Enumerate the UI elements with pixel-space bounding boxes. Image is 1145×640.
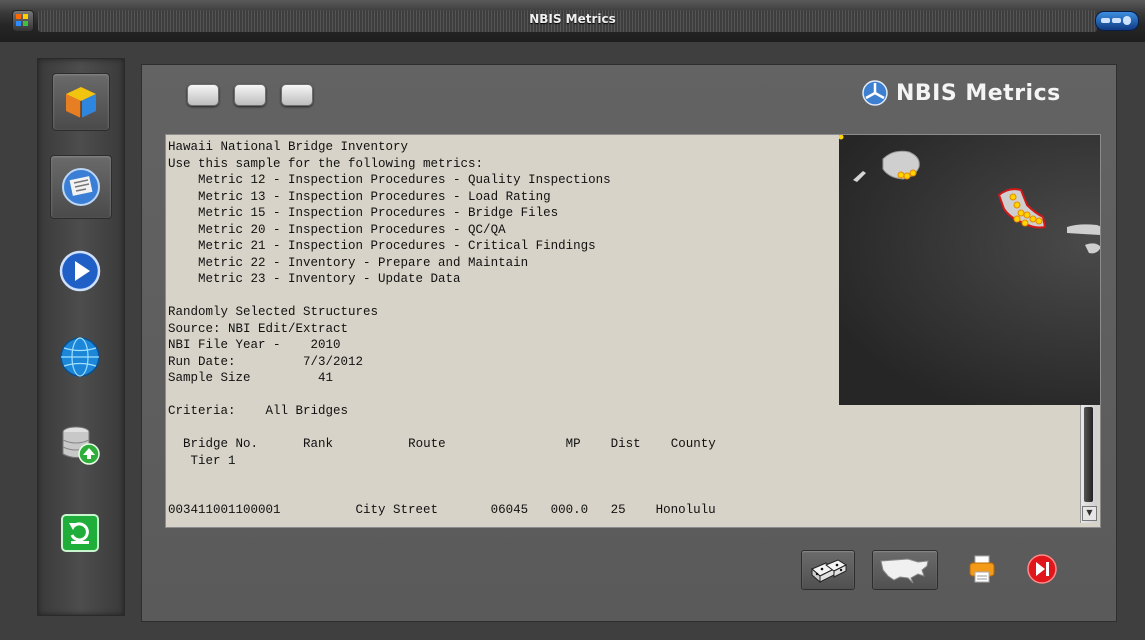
file-year-label: NBI File Year - xyxy=(168,338,281,352)
island-niihau xyxy=(853,171,866,182)
checklist-icon xyxy=(62,168,100,206)
run-date-value: 7/3/2012 xyxy=(303,354,364,369)
metric-item: Metric 21 - Inspection Procedures - Crit… xyxy=(198,239,596,253)
logo-emblem-icon xyxy=(862,80,888,106)
window-controls[interactable] xyxy=(1095,11,1139,31)
play-icon xyxy=(59,250,101,292)
toolbar-button-1[interactable] xyxy=(187,84,219,106)
printer-icon xyxy=(969,555,995,583)
report-title: Hawaii National Bridge Inventory xyxy=(168,140,409,154)
window-title: NBIS Metrics xyxy=(529,12,616,26)
criteria-label: Criteria: xyxy=(168,404,236,418)
sample-size-label: Sample Size xyxy=(168,371,251,385)
database-icon xyxy=(62,426,100,465)
column-header-county: County xyxy=(670,437,716,451)
usa-map-button[interactable] xyxy=(872,550,938,590)
run-date-label: Run Date: xyxy=(168,354,236,369)
toolbar-button-2[interactable] xyxy=(234,84,266,106)
section-title: Randomly Selected Structures xyxy=(168,305,379,319)
refresh-icon xyxy=(61,514,99,552)
minimize-icon[interactable] xyxy=(1101,18,1110,23)
exit-button[interactable] xyxy=(1022,550,1062,588)
cell-route-no: 06045 xyxy=(490,503,529,517)
cell-mp: 000.0 xyxy=(550,503,589,517)
hawaii-map[interactable] xyxy=(838,135,1100,405)
random-sample-button[interactable] xyxy=(801,550,855,590)
usa-map-icon xyxy=(880,558,929,584)
metric-item: Metric 13 - Inspection Procedures - Load… xyxy=(198,189,551,204)
sidebar-item-refresh[interactable] xyxy=(52,505,108,561)
cell-bridge-no: 003411001100001 xyxy=(168,503,281,517)
metric-item: Metric 15 - Inspection Procedures - Brid… xyxy=(198,206,559,220)
cell-route: City Street xyxy=(355,503,439,517)
globe-icon xyxy=(60,337,100,377)
dice-icon xyxy=(811,559,848,583)
metric-item: Metric 23 - Inventory - Update Data xyxy=(198,272,461,286)
island-lanai xyxy=(1085,243,1100,254)
column-header-route: Route xyxy=(408,437,446,451)
criteria-value: All Bridges xyxy=(265,404,349,418)
column-header-dist: Dist xyxy=(610,437,641,451)
cell-dist: 25 xyxy=(610,503,626,517)
title-bar[interactable]: NBIS Metrics xyxy=(0,0,1145,42)
metric-item: Metric 22 - Inventory - Prepare and Main… xyxy=(198,255,529,270)
sidebar-item-globe[interactable] xyxy=(52,329,108,385)
source-value: NBI Edit/Extract xyxy=(228,321,349,336)
logo-text: NBIS Metrics xyxy=(896,80,1061,106)
sidebar-item-database[interactable] xyxy=(52,417,108,473)
exit-icon xyxy=(1027,554,1057,584)
hawaii-islands-map xyxy=(838,135,1100,254)
column-header-rank: Rank xyxy=(303,437,334,451)
file-year-value: 2010 xyxy=(310,338,341,352)
column-header-mp: MP xyxy=(565,437,581,451)
report-view[interactable]: Hawaii National Bridge Inventory Use thi… xyxy=(165,134,1101,528)
sidebar xyxy=(37,58,125,616)
cell-county: Honolulu xyxy=(655,503,716,517)
map-marker xyxy=(838,135,844,140)
report-scrollbar[interactable]: ▼ xyxy=(1080,405,1097,523)
close-icon[interactable] xyxy=(1123,16,1131,25)
sidebar-item-play[interactable] xyxy=(52,243,108,299)
print-button[interactable] xyxy=(962,550,1002,588)
table-row: 003411001100001 City Street 06045 000.0 … xyxy=(168,503,716,517)
source-label: Source: xyxy=(168,321,221,336)
sidebar-item-cube[interactable] xyxy=(52,73,110,131)
scroll-down-arrow[interactable]: ▼ xyxy=(1082,506,1097,521)
cube-icon xyxy=(66,87,96,118)
toolbar-button-3[interactable] xyxy=(281,84,313,106)
sidebar-item-checklist[interactable] xyxy=(50,155,112,219)
report-intro: Use this sample for the following metric… xyxy=(168,156,484,171)
scrollbar-thumb[interactable] xyxy=(1084,407,1093,502)
sample-size-value: 41 xyxy=(318,371,334,385)
metric-item: Metric 12 - Inspection Procedures - Qual… xyxy=(198,173,611,187)
tier-label: Tier 1 xyxy=(190,453,236,468)
metric-item: Metric 20 - Inspection Procedures - QC/Q… xyxy=(198,222,506,237)
island-molokai xyxy=(1067,224,1100,235)
nbis-logo: NBIS Metrics xyxy=(862,80,1061,106)
column-header-bridge-no: Bridge No. xyxy=(183,437,259,451)
maximize-icon[interactable] xyxy=(1112,18,1121,23)
